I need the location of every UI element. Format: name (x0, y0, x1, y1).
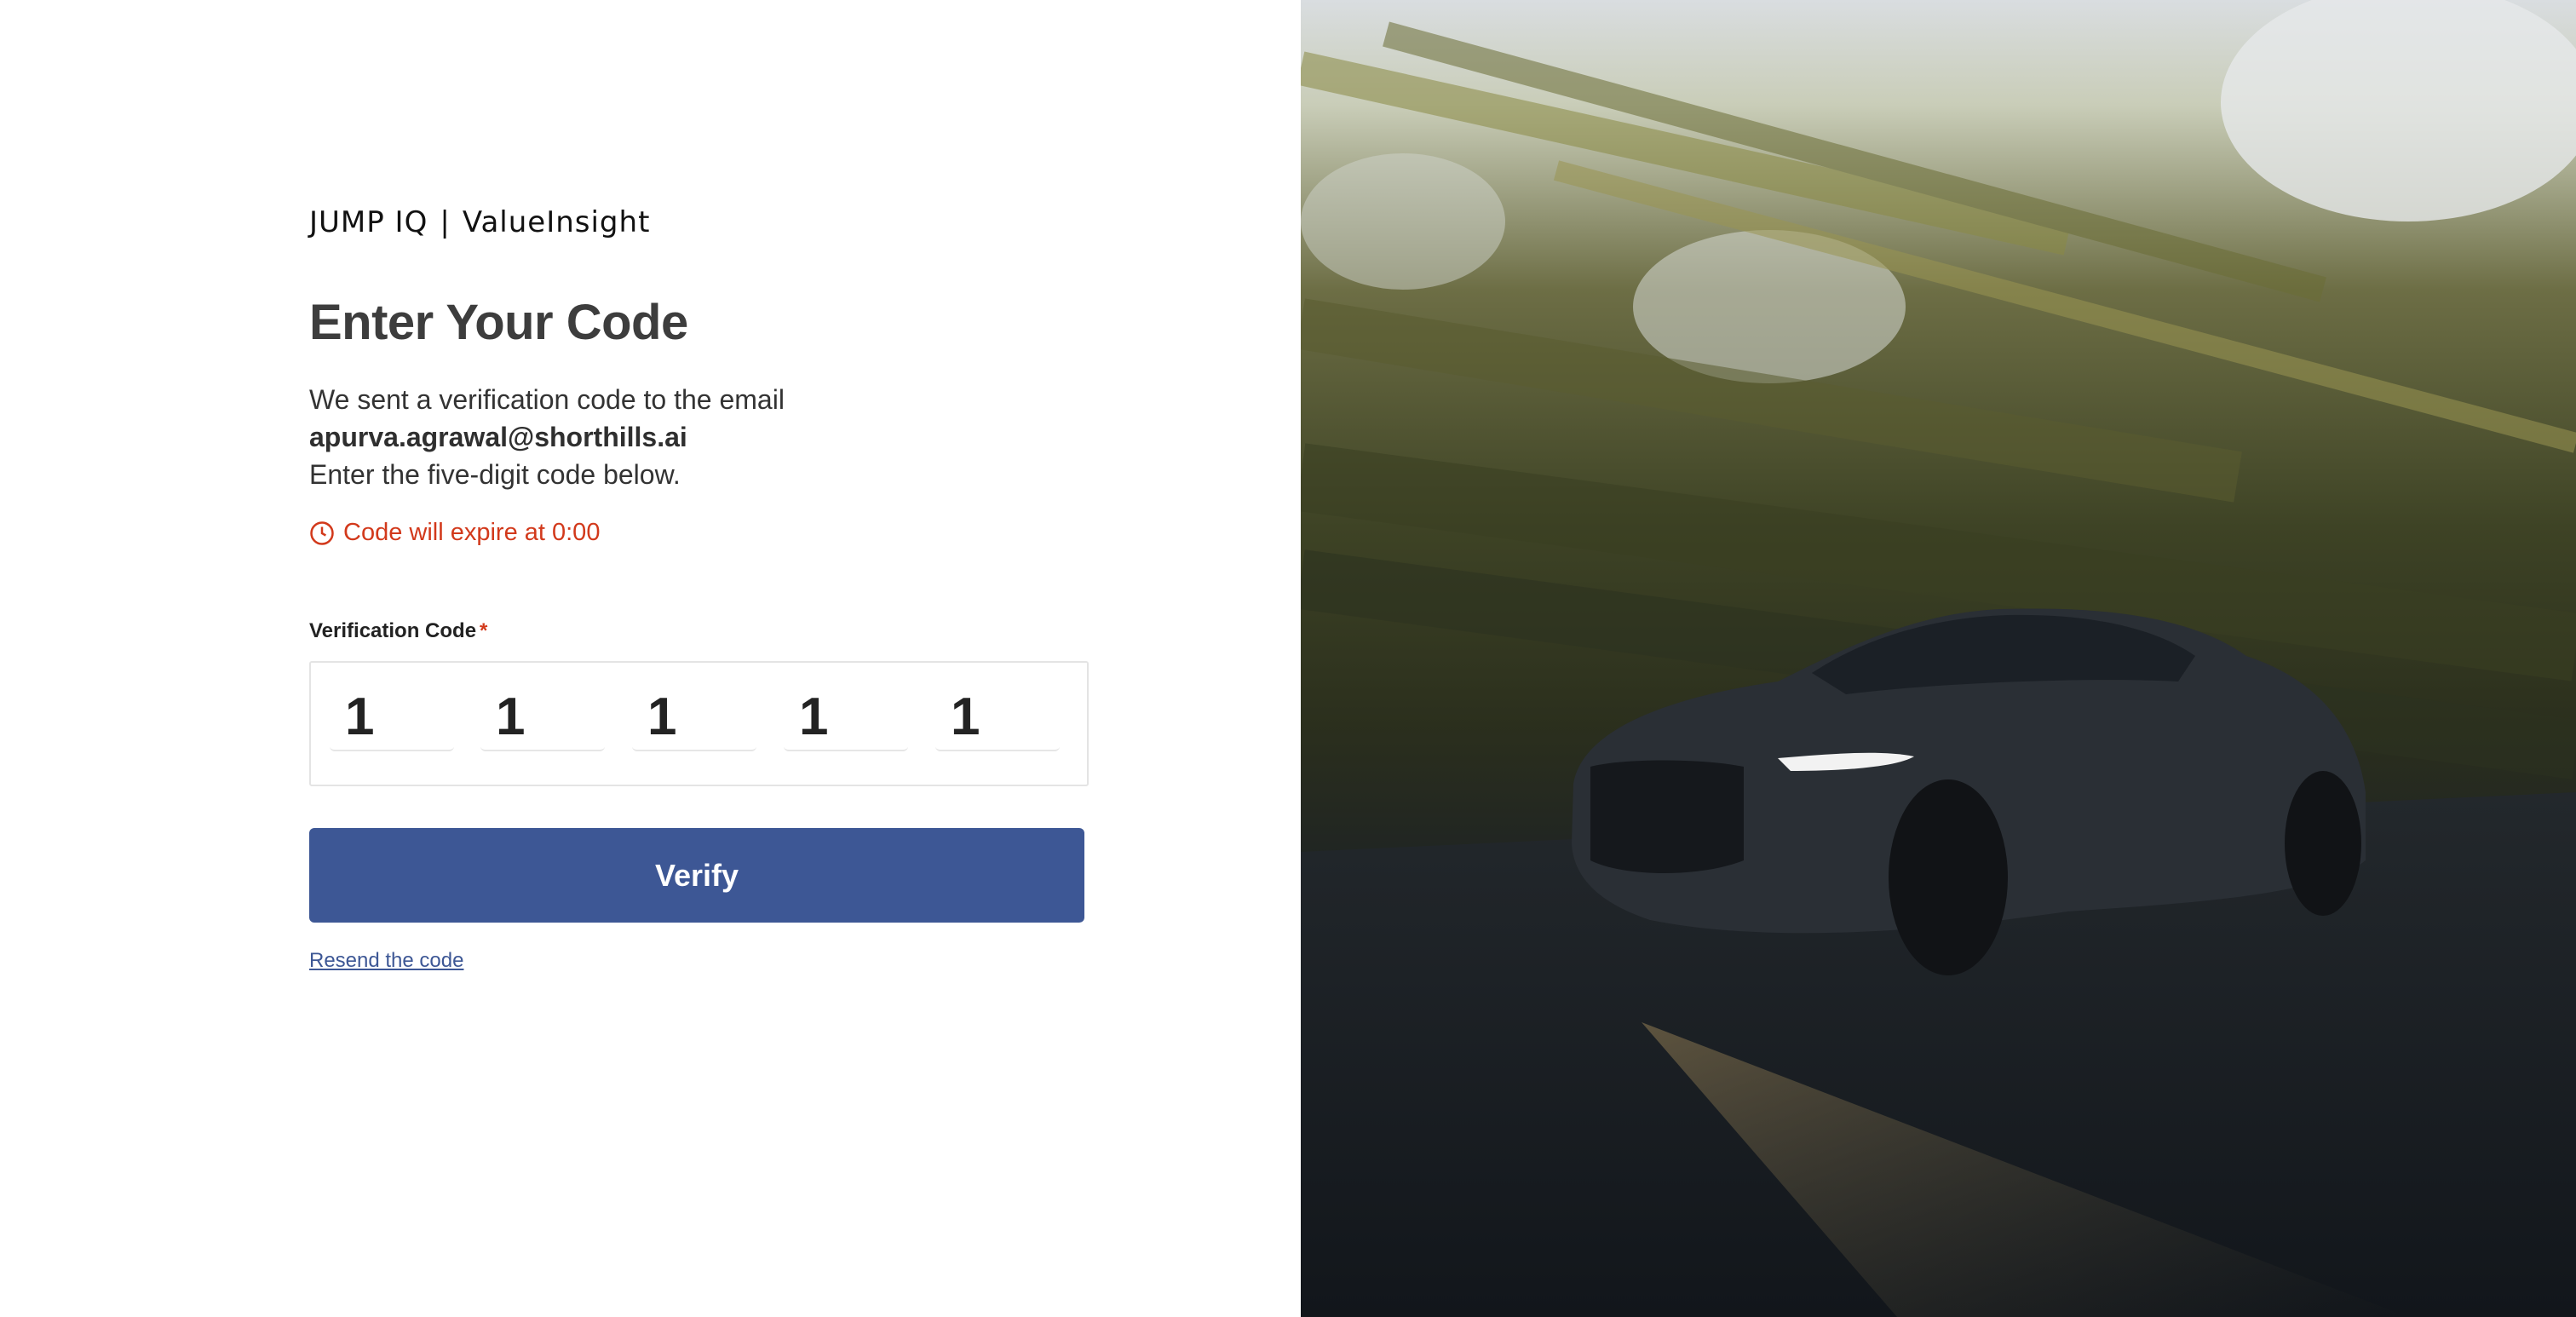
verify-button[interactable]: Verify (309, 828, 1084, 923)
login-panel: JUMP IQ | ValueInsight Enter Your Code W… (0, 0, 1301, 1317)
code-digit-5[interactable]: 1 (935, 683, 1060, 751)
resend-code-link[interactable]: Resend the code (309, 949, 463, 973)
brand-separator: | (440, 205, 451, 239)
instructions-line-1: We sent a verification code to the email (309, 384, 785, 415)
car-road-illustration (1301, 0, 2576, 1317)
page-title: Enter Your Code (309, 295, 688, 350)
recipient-email: apurva.agrawal@shorthills.ai (309, 422, 687, 452)
instructions-line-3: Enter the five-digit code below. (309, 459, 681, 490)
verification-code-label: Verification Code * (309, 619, 487, 643)
expiry-notice: Code will expire at 0:00 (309, 519, 600, 547)
code-digit-4[interactable]: 1 (784, 683, 908, 751)
brand-logo: JUMP IQ | ValueInsight (309, 203, 650, 242)
required-marker: * (480, 619, 488, 642)
code-digit-1[interactable]: 1 (330, 683, 454, 751)
expiry-text: Code will expire at 0:00 (343, 519, 601, 546)
brand-product: ValueInsight (462, 205, 651, 239)
brand-name: JUMP IQ (309, 205, 428, 239)
instructions: We sent a verification code to the email… (309, 381, 785, 493)
verification-code-input-group: 1 1 1 1 1 (309, 661, 1089, 786)
clock-icon (310, 520, 334, 545)
hero-image (1301, 0, 2576, 1317)
code-digit-2[interactable]: 1 (480, 683, 605, 751)
code-digit-3[interactable]: 1 (632, 683, 756, 751)
field-label-text: Verification Code (309, 619, 477, 642)
